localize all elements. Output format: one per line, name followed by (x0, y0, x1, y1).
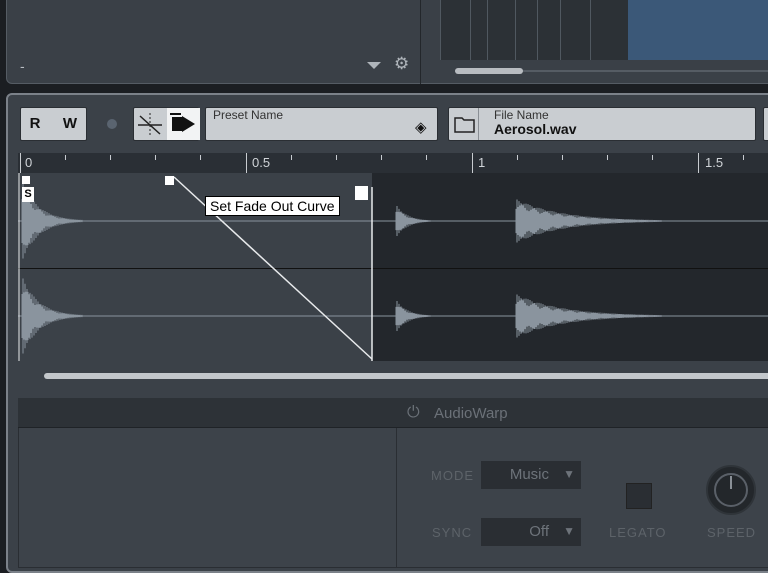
mini-scrollbar-thumb[interactable] (455, 68, 523, 74)
speed-knob-pointer (730, 476, 732, 489)
fade-tools-group (133, 107, 200, 141)
divider (396, 428, 397, 568)
arrow-right-icon[interactable] (167, 108, 200, 140)
mini-track-highlight (628, 0, 768, 60)
power-icon[interactable]: ⏻ (407, 404, 420, 422)
status-indicator (107, 119, 117, 129)
chevron-down-icon: ▼ (563, 467, 575, 481)
speed-label: SPEED (707, 525, 757, 540)
sync-dropdown[interactable]: Off ▼ (481, 518, 581, 546)
write-automation-button[interactable]: W (58, 110, 82, 138)
fade-out-curve-handle[interactable] (165, 176, 174, 185)
legato-label: LEGATO (609, 525, 667, 540)
waveform-svg (18, 173, 768, 361)
mode-dropdown[interactable]: Music ▼ (481, 461, 581, 489)
file-name-label: File Name (494, 108, 549, 122)
divider (420, 0, 421, 84)
horizontal-scrollbar[interactable] (44, 373, 768, 379)
top-value-label: - (20, 58, 25, 74)
read-automation-button[interactable]: R (24, 110, 46, 138)
start-marker[interactable]: S (22, 187, 34, 202)
preset-menu-icon[interactable]: ◈ (415, 118, 427, 136)
sync-label: SYNC (432, 525, 473, 540)
folder-icon[interactable] (449, 108, 479, 140)
tooltip: Set Fade Out Curve (205, 196, 340, 216)
audiowarp-header (18, 398, 768, 428)
gear-icon[interactable]: ⚙ (394, 55, 412, 73)
audiowarp-title: AudioWarp (434, 405, 508, 422)
time-ruler[interactable] (18, 153, 768, 173)
chevron-down-icon: ▼ (563, 524, 575, 538)
fade-out-end-handle[interactable] (355, 186, 368, 200)
ruler-label: 0.5 (252, 155, 271, 170)
ruler-label: 1.5 (705, 155, 724, 170)
preset-field-label: Preset Name (213, 108, 284, 122)
chevron-down-icon[interactable] (367, 62, 381, 69)
ruler-label: 0 (25, 155, 33, 170)
toolbar-button-partial[interactable] (763, 107, 768, 141)
fade-in-handle[interactable] (22, 176, 30, 184)
ruler-label: 1 (478, 155, 486, 170)
legato-toggle[interactable] (626, 483, 652, 509)
file-name-value: Aerosol.wav (494, 121, 577, 137)
mode-label: MODE (431, 468, 474, 483)
sync-value: Off (529, 523, 549, 540)
mode-value: Music (509, 466, 549, 483)
